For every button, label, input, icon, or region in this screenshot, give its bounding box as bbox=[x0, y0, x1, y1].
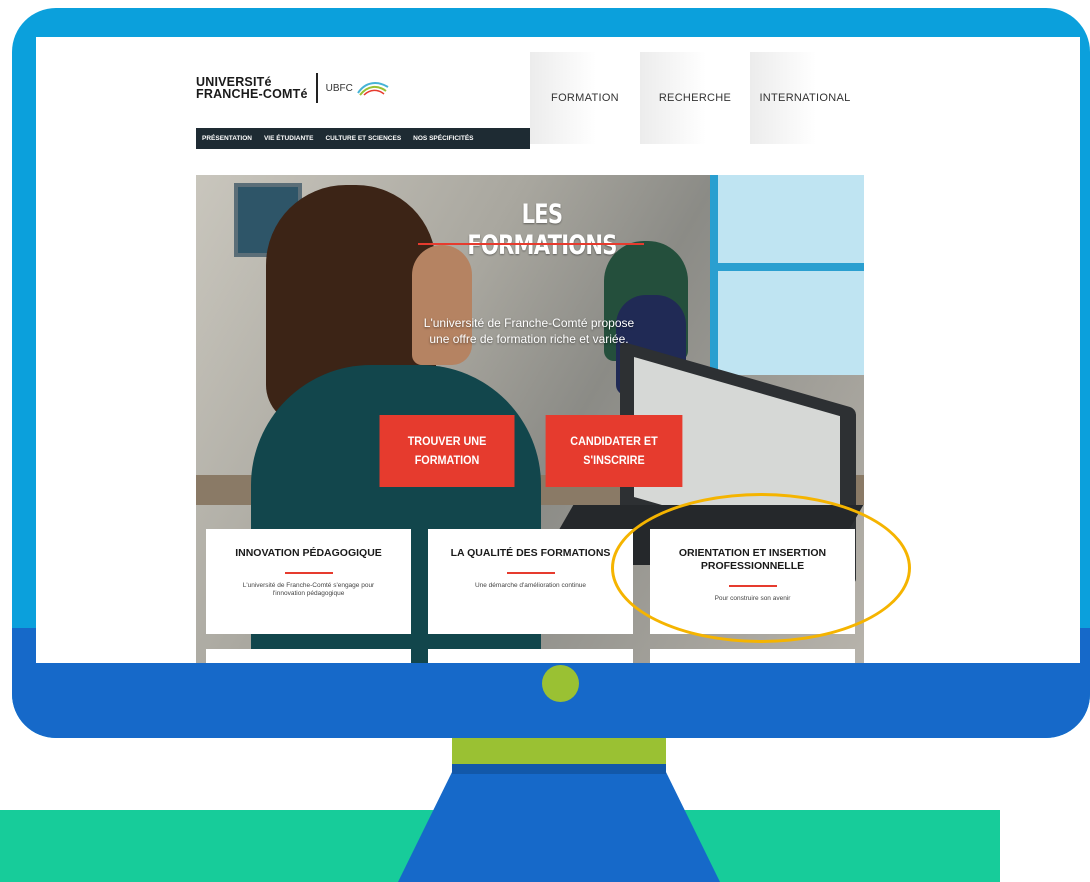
card-title: INNOVATION PÉDAGOGIQUE bbox=[235, 547, 382, 559]
subnav-item-vie-etudiante[interactable]: VIE ÉTUDIANTE bbox=[258, 135, 319, 142]
card-text: Une démarche d'amélioration continue bbox=[474, 582, 587, 589]
nav-item-international[interactable]: INTERNATIONAL bbox=[750, 52, 860, 144]
ubfc-label: UBFC bbox=[325, 82, 353, 94]
power-button bbox=[542, 665, 579, 702]
subnav-item-specificites[interactable]: NOS SPÉCIFICITÉS bbox=[407, 135, 479, 142]
monitor-stand-base bbox=[398, 764, 720, 882]
main-nav: FORMATION RECHERCHE INTERNATIONAL bbox=[530, 52, 860, 144]
hero-title: LES FORMATIONS bbox=[467, 199, 617, 261]
logo-line-2: FRANCHE-COMTé bbox=[196, 87, 308, 101]
hero-photo-window-frame bbox=[710, 263, 864, 271]
card-placeholder bbox=[206, 649, 411, 663]
university-logo[interactable]: UNIVERSITé FRANCHE-COMTé UBFC bbox=[196, 68, 390, 108]
logo-wordmark: UNIVERSITé FRANCHE-COMTé bbox=[196, 76, 308, 101]
card-divider bbox=[506, 572, 555, 574]
ubfc-swirl-icon bbox=[357, 82, 389, 96]
monitor-stand-neck bbox=[452, 736, 666, 766]
highlight-circle bbox=[611, 493, 911, 643]
card-placeholder bbox=[650, 649, 855, 663]
card-title: LA QUALITÉ DES FORMATIONS bbox=[450, 547, 611, 559]
hero-photo-student-face bbox=[412, 245, 472, 365]
subnav-item-culture-sciences[interactable]: CULTURE ET SCIENCES bbox=[319, 135, 407, 142]
secondary-nav: PRÉSENTATION VIE ÉTUDIANTE CULTURE ET SC… bbox=[196, 128, 530, 149]
card-innovation[interactable]: INNOVATION PÉDAGOGIQUE L'université de F… bbox=[206, 529, 411, 634]
card-quality[interactable]: LA QUALITÉ DES FORMATIONS Une démarche d… bbox=[428, 529, 633, 634]
logo-divider bbox=[315, 73, 318, 103]
card-divider bbox=[284, 572, 333, 574]
monitor-stand-shadow bbox=[452, 764, 666, 774]
apply-register-button[interactable]: CANDIDATER ET S'INSCRIRE bbox=[545, 415, 683, 487]
card-text: L'université de Franche-Comté s'engage p… bbox=[242, 582, 375, 597]
monitor-screen: UNIVERSITé FRANCHE-COMTé UBFC FORMATION … bbox=[36, 37, 1080, 663]
hero-subtitle: L'université de Franche-Comté propose un… bbox=[423, 316, 635, 346]
hero-photo-window bbox=[710, 175, 864, 375]
nav-item-formation[interactable]: FORMATION bbox=[530, 52, 640, 144]
find-course-button[interactable]: TROUVER UNE FORMATION bbox=[379, 415, 515, 487]
hero-title-underline bbox=[418, 243, 644, 245]
nav-item-recherche[interactable]: RECHERCHE bbox=[640, 52, 750, 144]
subnav-item-presentation[interactable]: PRÉSENTATION bbox=[196, 135, 258, 142]
card-placeholder bbox=[428, 649, 633, 663]
ubfc-logo: UBFC bbox=[326, 79, 390, 97]
